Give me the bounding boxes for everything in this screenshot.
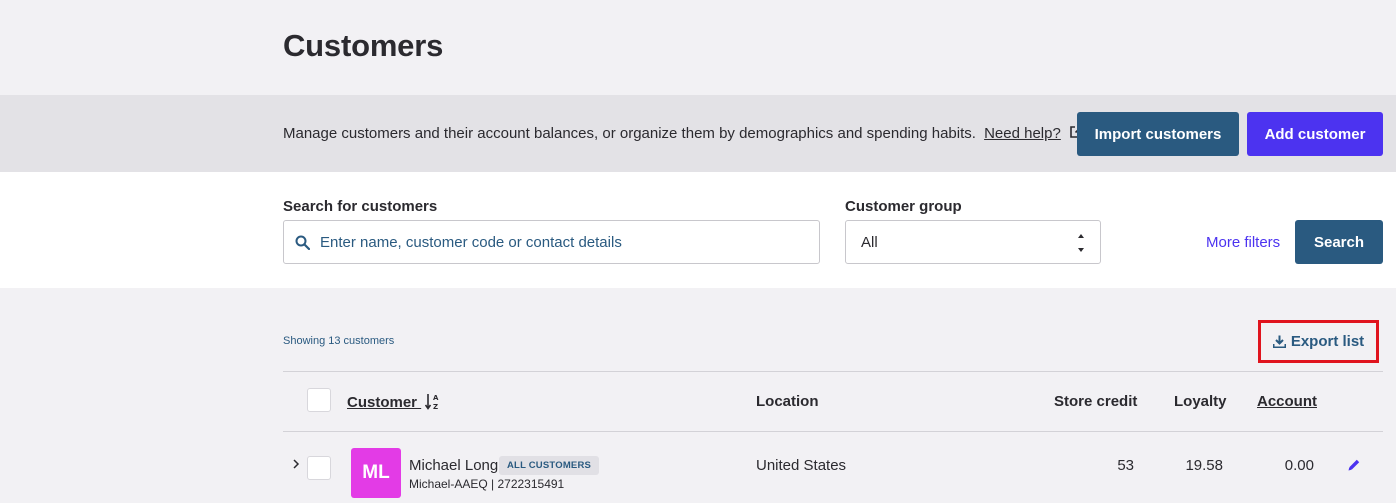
download-icon [1272, 335, 1286, 348]
customer-group-select[interactable]: All [845, 220, 1101, 264]
customer-group-badge: ALL CUSTOMERS [499, 456, 600, 475]
customer-name[interactable]: Michael Long [409, 457, 498, 474]
banner-text: Manage customers and their account balan… [283, 125, 976, 142]
select-arrows-icon [1078, 234, 1084, 252]
search-label: Search for customers [283, 198, 438, 215]
more-filters-link[interactable]: More filters [1206, 234, 1280, 251]
customer-location: United States [756, 457, 847, 474]
customer-group-label: Customer group [845, 198, 962, 215]
search-icon [295, 235, 310, 250]
pencil-icon[interactable] [1347, 458, 1361, 472]
column-header-customer[interactable]: Customer A Z [347, 393, 441, 411]
sort-alpha-icon: A Z [425, 394, 439, 410]
column-header-loyalty: Loyalty [1174, 393, 1227, 410]
column-header-location: Location [756, 393, 819, 410]
need-help-link[interactable]: Need help? [984, 125, 1061, 142]
customer-loyalty: 19.58 [1185, 457, 1223, 474]
customer-code: Michael-AAEQ | 2722315491 [409, 477, 565, 491]
search-field[interactable] [283, 220, 820, 264]
chevron-right-icon[interactable] [291, 458, 301, 470]
table-header-divider [283, 371, 1383, 372]
result-count: Showing 13 customers [283, 335, 395, 347]
search-input[interactable] [320, 222, 810, 262]
svg-text:Z: Z [433, 403, 438, 410]
column-header-account[interactable]: Account [1257, 393, 1317, 410]
customer-header-label: Customer [347, 394, 418, 411]
page-title: Customers [283, 28, 444, 63]
add-customer-button[interactable]: Add customer [1247, 112, 1383, 156]
table-row-divider [283, 431, 1383, 432]
svg-text:A: A [433, 394, 439, 402]
search-button[interactable]: Search [1295, 220, 1383, 264]
customer-account: 0.00 [1284, 457, 1314, 474]
export-list-button[interactable]: Export list [1258, 320, 1379, 363]
row-checkbox[interactable] [307, 456, 331, 480]
filter-panel: Search for customers Customer group All … [0, 172, 1396, 288]
avatar: ML [351, 448, 401, 498]
customer-group-value: All [861, 234, 878, 251]
customer-store-credit: 53 [1117, 457, 1134, 474]
banner-description: Manage customers and their account balan… [283, 125, 1083, 142]
column-header-store-credit: Store credit [1054, 393, 1138, 410]
select-all-checkbox[interactable] [307, 388, 331, 412]
export-list-label: Export list [1290, 333, 1365, 350]
import-customers-button[interactable]: Import customers [1077, 112, 1239, 156]
info-banner: Manage customers and their account balan… [0, 95, 1396, 172]
